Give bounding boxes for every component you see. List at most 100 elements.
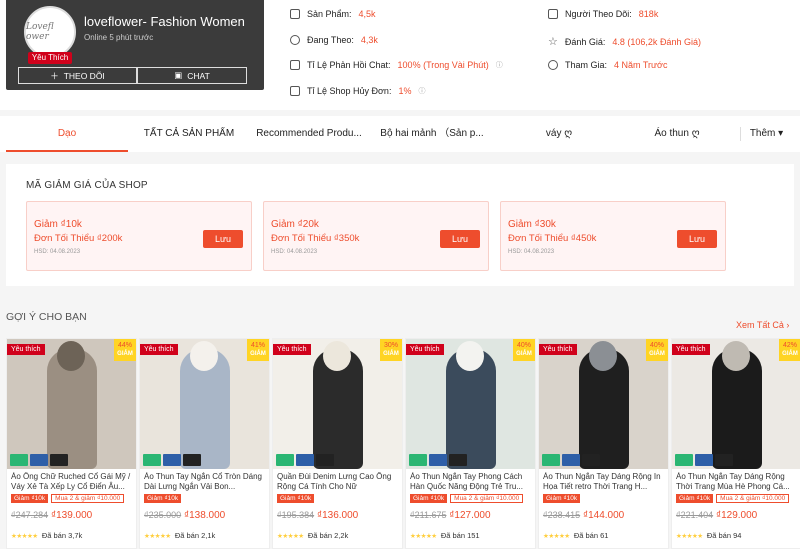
promo-badges bbox=[143, 454, 201, 466]
stat-label: Tham Gia: bbox=[565, 60, 608, 70]
product-image[interactable]: Yêu thích 41% GIẢM bbox=[140, 339, 269, 469]
product-name[interactable]: Áo Thun Ngắn Tay Dáng Rộng Thời Trang Mù… bbox=[676, 472, 799, 492]
product-card[interactable]: Yêu thích 44% GIẢM Áo Ông Chữ Ruched Cổ G… bbox=[6, 338, 137, 549]
combo-tag: Mua 2 & giảm ₫10.000 bbox=[51, 494, 125, 503]
freeship-icon bbox=[409, 454, 427, 466]
star-icon: ☆ bbox=[548, 36, 558, 48]
product-tags: Giảm ₫10k bbox=[277, 494, 315, 503]
favorite-label: Yêu thích bbox=[7, 344, 45, 355]
sold-info: ★★★★★ Đã bán 61 bbox=[543, 531, 608, 540]
avatar-logo-text: Lovefl ower bbox=[26, 22, 54, 42]
product-price: ₫211.675 ₫127.000 bbox=[410, 510, 491, 521]
save-voucher-button[interactable]: Lưu bbox=[440, 230, 480, 248]
favorite-badge: Yêu Thích bbox=[28, 52, 72, 64]
tab-tshirt[interactable]: Áo thun ღ bbox=[618, 116, 736, 152]
stat-following: Đang Theo: 4,3k bbox=[290, 35, 378, 45]
product-card[interactable]: Yêu thích 42% GIẢM Áo Thun Ngắn Tay Dáng … bbox=[671, 338, 800, 549]
product-name[interactable]: Áo Thun Ngắn Tay Dáng Rộng In Họa Tiết r… bbox=[543, 472, 666, 492]
sold-count: Đã bán 61 bbox=[573, 531, 609, 540]
product-card[interactable]: Yêu thích 30% GIẢM Quần Đùi Denim Lưng Ca… bbox=[272, 338, 403, 549]
product-card[interactable]: Yêu thích 40% GIẢM Áo Thun Ngắn Tay Dáng … bbox=[538, 338, 669, 549]
suggestions-title: GỢI Ý CHO BẠN bbox=[6, 311, 87, 323]
discount-label: GIẢM bbox=[383, 351, 399, 357]
product-name[interactable]: Áo Thun Ngắn Tay Phong Cách Hàn Quốc Năn… bbox=[410, 472, 533, 492]
voucher-expiry: HSD: 04.08.2023 bbox=[34, 249, 81, 255]
plus-icon: ＋ bbox=[50, 70, 59, 81]
tab-dress[interactable]: váy ღ bbox=[500, 116, 618, 152]
store-icon bbox=[290, 9, 300, 19]
product-price: ₫235.000 ₫138.000 bbox=[144, 510, 225, 521]
voucher-expiry: HSD: 04.08.2023 bbox=[508, 249, 555, 255]
info-icon[interactable]: ⓘ bbox=[496, 60, 503, 70]
old-price: ₫247.284 bbox=[11, 510, 49, 520]
freeship-icon bbox=[276, 454, 294, 466]
stat-rating: ☆ Đánh Giá: 4.8 (106,2k Đánh Giá) bbox=[548, 35, 701, 48]
product-image[interactable]: Yêu thích 40% GIẢM bbox=[406, 339, 535, 469]
product-image[interactable]: Yêu thích 44% GIẢM bbox=[7, 339, 136, 469]
tab-recommended[interactable]: Recommended Produ... bbox=[250, 116, 368, 152]
sold-count: Đã bán 3,7k bbox=[41, 531, 83, 540]
stat-cancel-rate: Tỉ Lệ Shop Hủy Đơn: 1% ⓘ bbox=[290, 86, 425, 96]
model-head bbox=[722, 341, 750, 371]
voucher-card: Giảm ₫30k Đơn Tối Thiểu ₫450k HSD: 04.08… bbox=[500, 201, 726, 271]
model-head bbox=[456, 341, 484, 371]
old-price: ₫235.000 bbox=[144, 510, 182, 520]
info-icon[interactable]: ⓘ bbox=[418, 86, 425, 96]
freeship-icon bbox=[10, 454, 28, 466]
product-image[interactable]: Yêu thích 42% GIẢM bbox=[672, 339, 800, 469]
discount-badge: 44% GIẢM bbox=[114, 339, 136, 361]
tab-all-products[interactable]: TẤT CẢ SẢN PHẨM bbox=[128, 116, 250, 152]
stat-value: 4 Năm Trước bbox=[614, 60, 668, 70]
follow-button[interactable]: ＋ THEO DÕI bbox=[18, 67, 137, 84]
voucher-icon bbox=[562, 454, 580, 466]
model-head bbox=[57, 341, 85, 371]
stat-label: Sản Phẩm: bbox=[307, 9, 352, 19]
flash-icon bbox=[50, 454, 68, 466]
new-price: ₫138.000 bbox=[183, 510, 226, 521]
product-name[interactable]: Quần Đùi Denim Lưng Cao Ống Rộng Cá Tính… bbox=[277, 472, 400, 492]
new-price: ₫129.000 bbox=[715, 510, 758, 521]
discount-tag: Giảm ₫10k bbox=[543, 494, 581, 503]
discount-label: GIẢM bbox=[649, 351, 665, 357]
voucher-minimum: Đơn Tối Thiểu ₫200k bbox=[34, 233, 123, 244]
stat-value: 818k bbox=[638, 9, 659, 19]
favorite-label: Yêu thích bbox=[406, 344, 444, 355]
flash-icon bbox=[449, 454, 467, 466]
tab-more[interactable]: Thêm ▾ bbox=[740, 127, 792, 141]
promo-badges bbox=[675, 454, 733, 466]
chat-button[interactable]: ▣ CHAT bbox=[137, 67, 247, 84]
product-name[interactable]: Áo Ông Chữ Ruched Cổ Gái Mỹ / Váy Xẻ Tà … bbox=[11, 472, 134, 492]
voucher-card: Giảm ₫20k Đơn Tối Thiểu ₫350k HSD: 04.08… bbox=[263, 201, 489, 271]
discount-tag: Giảm ₫10k bbox=[277, 494, 315, 503]
tab-two-piece[interactable]: Bộ hai mảnh （Sản p... bbox=[372, 116, 492, 152]
discount-label: GIẢM bbox=[516, 351, 532, 357]
product-image[interactable]: Yêu thích 30% GIẢM bbox=[273, 339, 402, 469]
shop-tabs: Dạo TẤT CẢ SẢN PHẨM Recommended Produ...… bbox=[0, 116, 800, 152]
product-tags: Giảm ₫10k bbox=[543, 494, 581, 503]
avatar[interactable]: Lovefl ower bbox=[24, 6, 76, 58]
discount-percent: 40% bbox=[516, 342, 531, 349]
sold-info: ★★★★★ Đã bán 3,7k bbox=[11, 531, 82, 540]
product-card[interactable]: Yêu thích 41% GIẢM Áo Thun Tay Ngắn Cổ Tr… bbox=[139, 338, 270, 549]
product-name[interactable]: Áo Thun Tay Ngắn Cổ Tròn Dáng Dài Lưng N… bbox=[144, 472, 267, 492]
sold-count: Đã bán 2,1k bbox=[174, 531, 216, 540]
product-price: ₫238.415 ₫144.000 bbox=[543, 510, 624, 521]
new-price: ₫144.000 bbox=[582, 510, 625, 521]
promo-badges bbox=[409, 454, 467, 466]
see-all-link[interactable]: Xem Tất Cả › bbox=[736, 320, 789, 330]
discount-badge: 42% GIẢM bbox=[779, 339, 800, 361]
shop-header: Lovefl ower Yêu Thích loveflower- Fashio… bbox=[0, 0, 800, 110]
save-voucher-button[interactable]: Lưu bbox=[677, 230, 717, 248]
freeship-icon bbox=[542, 454, 560, 466]
favorite-label: Yêu thích bbox=[539, 344, 577, 355]
stat-value: 4.8 (106,2k Đánh Giá) bbox=[612, 36, 701, 47]
voucher-discount: Giảm ₫20k bbox=[271, 219, 319, 230]
product-card[interactable]: Yêu thích 40% GIẢM Áo Thun Ngắn Tay Phong… bbox=[405, 338, 536, 549]
stat-label: Đang Theo: bbox=[307, 35, 354, 45]
tab-home[interactable]: Dạo bbox=[6, 116, 128, 152]
save-voucher-button[interactable]: Lưu bbox=[203, 230, 243, 248]
voucher-icon bbox=[695, 454, 713, 466]
product-image[interactable]: Yêu thích 40% GIẢM bbox=[539, 339, 668, 469]
sold-info: ★★★★★ Đã bán 94 bbox=[676, 531, 741, 540]
voucher-icon bbox=[429, 454, 447, 466]
